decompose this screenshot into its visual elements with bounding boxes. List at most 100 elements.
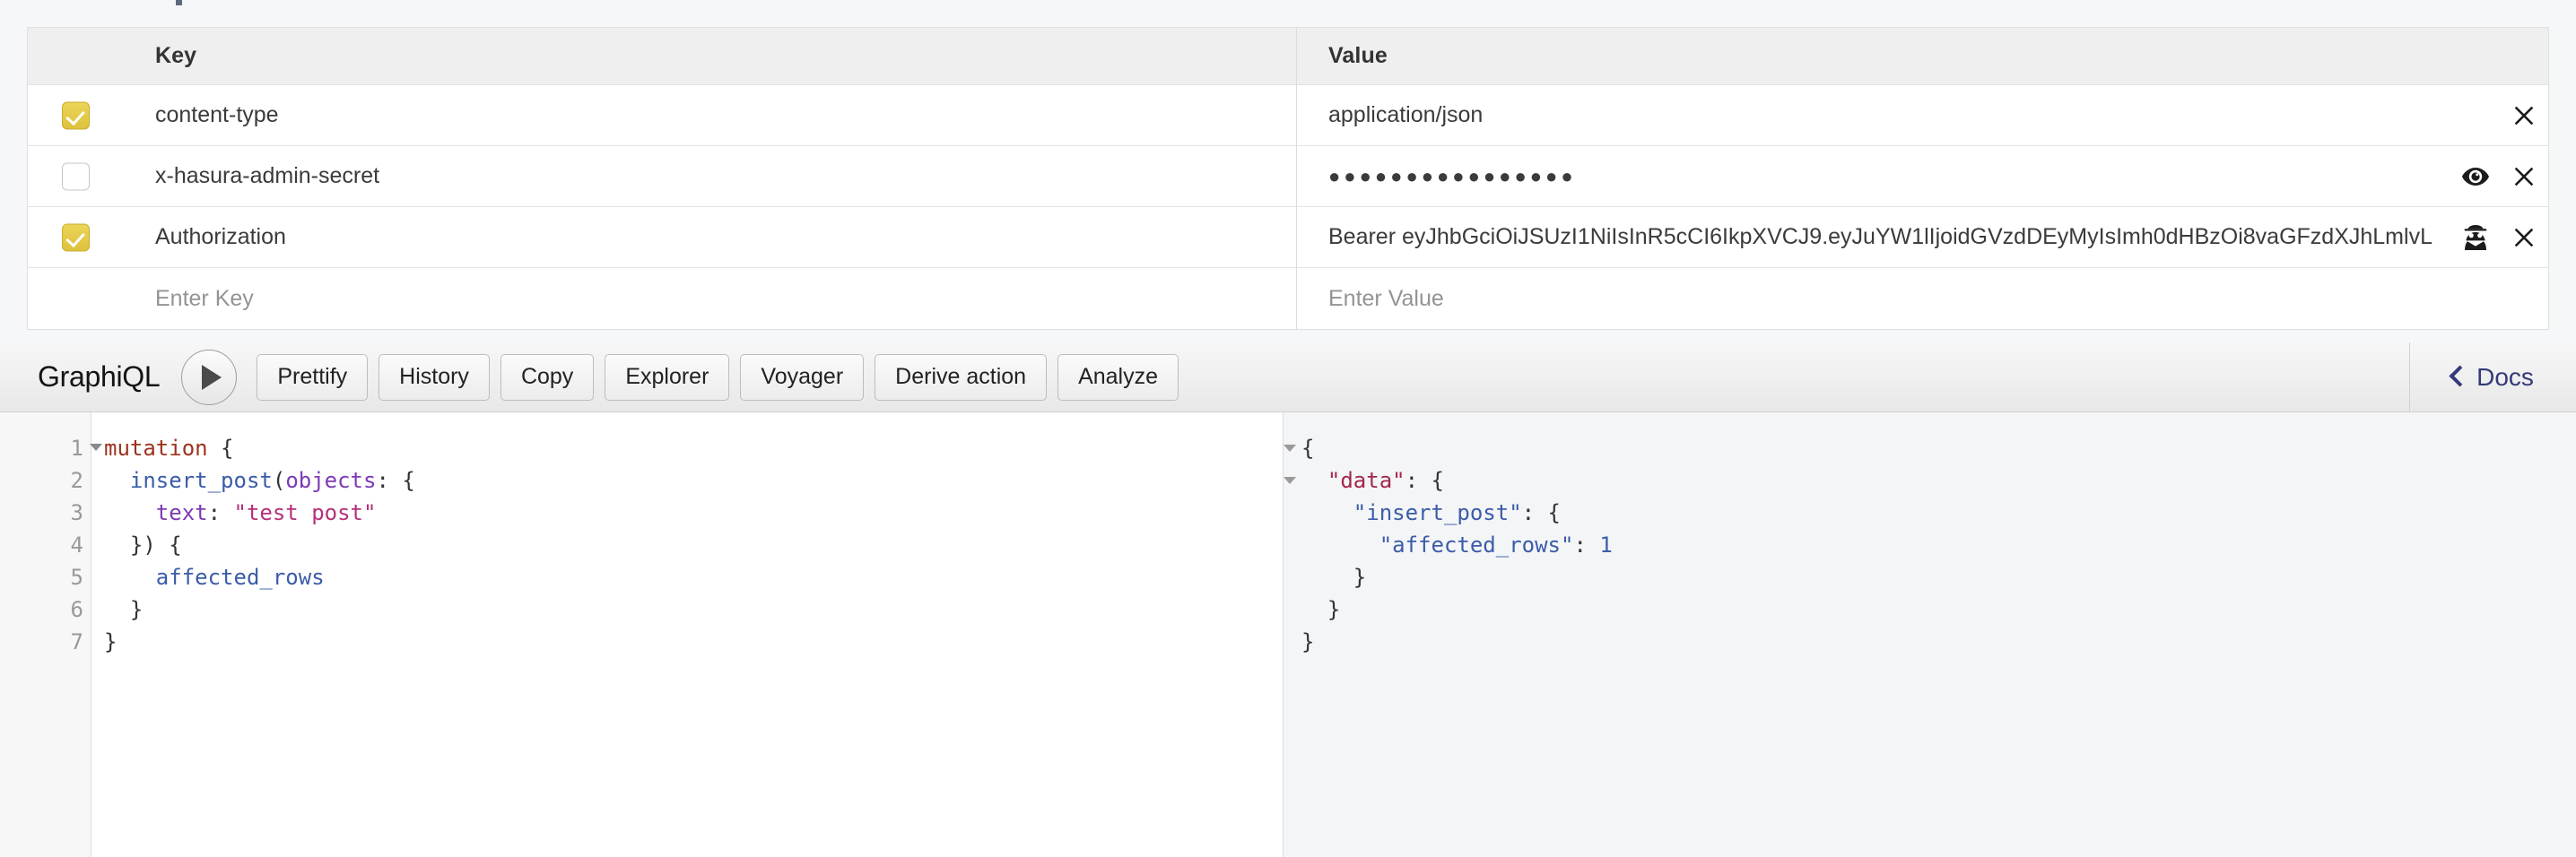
editor-line-number: 4 <box>70 532 83 558</box>
editor-line-number: 5 <box>70 565 83 590</box>
result-line: "data": { <box>1301 464 2576 497</box>
code-token: objects <box>285 468 377 493</box>
analyze-button[interactable]: Analyze <box>1057 353 1179 401</box>
derive-action-button[interactable]: Derive action <box>875 353 1048 401</box>
table-row: x-hasura-admin-secret ●●●●●●●●●●●●●●●● <box>28 146 2548 207</box>
editor-line-number: 1 <box>0 432 102 464</box>
editor-line-number: 6 <box>70 597 83 622</box>
header-key-cell: content-type <box>28 85 1297 145</box>
header-key-text[interactable]: content-type <box>155 102 279 128</box>
header-key-text[interactable]: Authorization <box>155 224 286 250</box>
result-token <box>1301 468 1327 493</box>
explorer-button[interactable]: Explorer <box>605 353 730 401</box>
close-icon[interactable] <box>2500 85 2548 145</box>
docs-label: Docs <box>2476 362 2534 391</box>
code-line: mutation { <box>104 432 1283 464</box>
result-token: 1 <box>1599 532 1613 558</box>
close-icon[interactable] <box>2500 207 2548 267</box>
prettify-button[interactable]: Prettify <box>257 353 369 401</box>
checkbox-unchecked-icon <box>62 162 90 190</box>
page-top-strip <box>0 0 2576 27</box>
table-header-row: Key Value <box>28 28 2548 85</box>
code-line: insert_post(objects: { <box>104 464 1283 497</box>
code-token: insert_post <box>129 468 273 493</box>
new-key-input[interactable]: Enter Key <box>155 286 254 312</box>
code-line: affected_rows <box>104 561 1283 593</box>
copy-button[interactable]: Copy <box>500 353 595 401</box>
editor-line-number: 2 <box>70 468 83 493</box>
query-editor-code[interactable]: mutation { insert_post(objects: { text: … <box>91 412 1283 857</box>
result-token <box>1301 500 1353 525</box>
code-line: text: "test post" <box>104 497 1283 529</box>
graphiql-logo: GraphiQL <box>38 360 161 393</box>
new-value-input[interactable]: Enter Value <box>1328 286 1444 312</box>
docs-toggle[interactable]: Docs <box>2409 342 2576 411</box>
header-value-cell: Bearer eyJhbGciOiJSUzI1NiIsInR5cCI6IkpXV… <box>1297 207 2548 267</box>
code-token: mutation <box>104 436 208 461</box>
result-line: { <box>1301 432 2576 464</box>
code-token: text <box>155 500 208 525</box>
result-line: } <box>1301 593 2576 626</box>
header-key-cell: x-hasura-admin-secret <box>28 146 1297 206</box>
result-token: : { <box>1521 500 1561 525</box>
row-actions <box>2500 85 2548 145</box>
execute-query-button[interactable] <box>181 349 238 405</box>
result-fold-arrow-icon[interactable] <box>1284 477 1296 484</box>
chevron-left-icon <box>2449 365 2471 387</box>
result-fold-arrow-icon[interactable] <box>1284 445 1296 452</box>
result-pane: { "data": { "insert_post": { "affected_r… <box>1284 412 2576 857</box>
result-token: { <box>1301 436 1315 461</box>
code-line: } <box>104 593 1283 626</box>
result-line: "affected_rows": 1 <box>1301 529 2576 561</box>
result-token: "data" <box>1327 468 1405 493</box>
table-row: content-type application/json <box>28 85 2548 146</box>
spy-icon[interactable] <box>2451 207 2500 267</box>
play-icon <box>202 364 222 390</box>
graphiql-toolbar: GraphiQL Prettify History Copy Explorer … <box>0 342 2576 412</box>
result-token: "affected_rows" <box>1379 532 1574 558</box>
code-token: } <box>104 597 144 622</box>
header-key-cell: Authorization <box>28 207 1297 267</box>
editor-line-number: 3 <box>70 500 83 525</box>
result-line: } <box>1301 561 2576 593</box>
result-token: "insert_post" <box>1353 500 1522 525</box>
header-value-text[interactable]: application/json <box>1328 102 1483 128</box>
result-token: : { <box>1405 468 1444 493</box>
row-enabled-checkbox[interactable] <box>62 223 90 251</box>
fold-arrow-icon[interactable] <box>90 444 102 451</box>
code-token: : <box>207 500 234 525</box>
code-token: } <box>104 629 117 654</box>
new-header-value-cell: Enter Value <box>1297 268 2548 329</box>
result-token: } <box>1301 565 1367 590</box>
eye-icon[interactable] <box>2451 146 2500 206</box>
row-enabled-checkbox[interactable] <box>62 162 90 190</box>
column-header-value: Value <box>1297 28 2548 84</box>
code-line: } <box>104 626 1283 658</box>
graphiql-panel: GraphiQL Prettify History Copy Explorer … <box>0 342 2576 857</box>
clipped-element-fragment <box>176 0 182 5</box>
code-token: : { <box>376 468 415 493</box>
row-enabled-checkbox[interactable] <box>62 101 90 129</box>
column-header-value-label: Value <box>1328 43 1388 68</box>
new-header-key-cell: Enter Key <box>28 268 1297 329</box>
code-token: "test post" <box>233 500 377 525</box>
code-token: }) { <box>104 532 182 558</box>
request-headers-table: Key Value content-type application/json <box>27 27 2549 330</box>
result-token: : <box>1573 532 1600 558</box>
column-header-key-label: Key <box>155 43 197 68</box>
result-line: "insert_post": { <box>1301 497 2576 529</box>
code-line: }) { <box>104 529 1283 561</box>
row-actions <box>2451 146 2548 206</box>
query-editor-pane[interactable]: 1 2 3 4 5 6 7 mutation { insert_post(objects: … <box>0 412 1284 857</box>
header-key-text[interactable]: x-hasura-admin-secret <box>155 163 379 189</box>
voyager-button[interactable]: Voyager <box>740 353 865 401</box>
header-value-text[interactable]: Bearer eyJhbGciOiJSUzI1NiIsInR5cCI6IkpXV… <box>1328 224 2432 250</box>
code-token: { <box>207 436 234 461</box>
result-gutter <box>1284 412 1296 857</box>
history-button[interactable]: History <box>379 353 490 401</box>
result-json: { "data": { "insert_post": { "affected_r… <box>1296 412 2576 857</box>
header-value-masked-text[interactable]: ●●●●●●●●●●●●●●●● <box>1328 165 1577 188</box>
close-icon[interactable] <box>2500 146 2548 206</box>
